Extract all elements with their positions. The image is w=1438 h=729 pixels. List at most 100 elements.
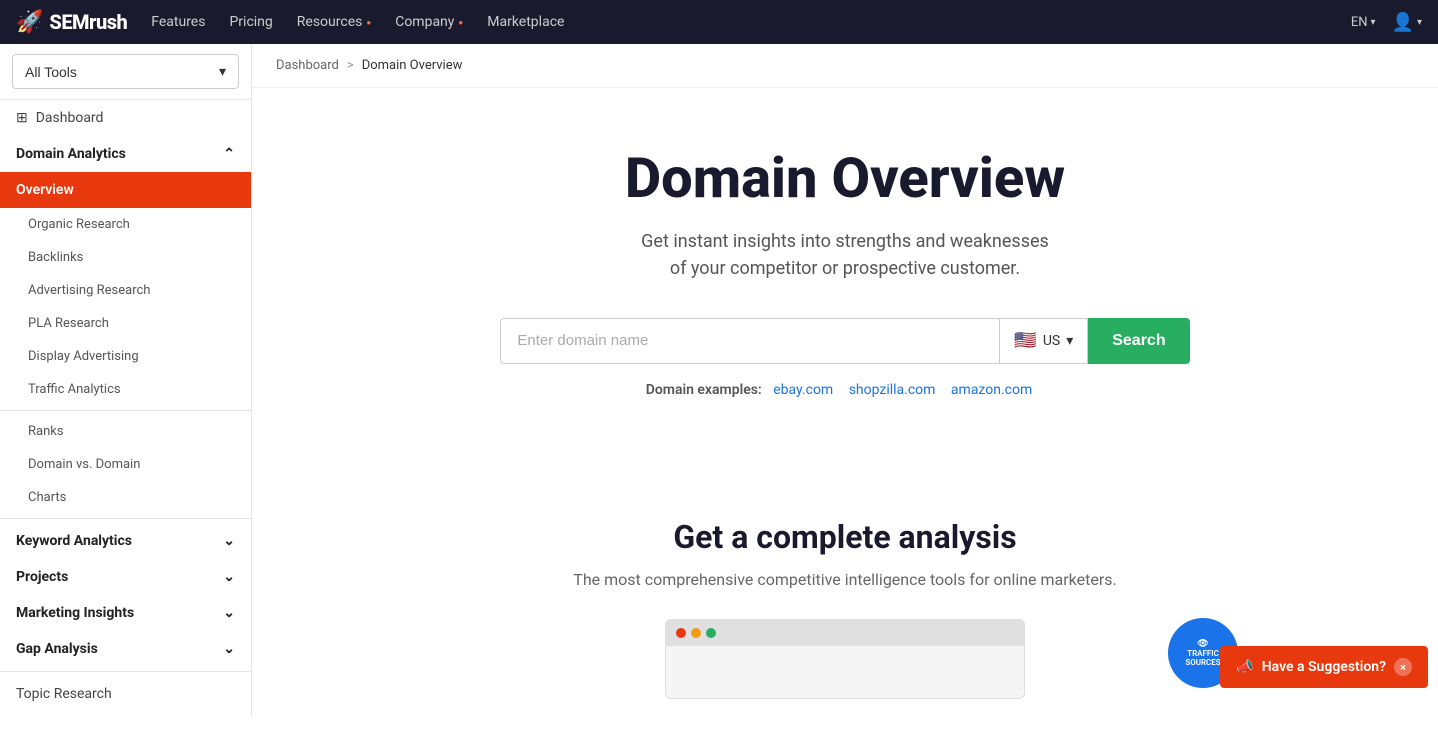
megaphone-icon: 📣 [1236, 659, 1253, 675]
search-button[interactable]: Search [1088, 318, 1189, 364]
nav-resources[interactable]: Resources● [297, 14, 371, 30]
suggestion-close-button[interactable]: × [1394, 658, 1412, 676]
analysis-section: Get a complete analysis The most compreh… [252, 498, 1438, 729]
sidebar-item-traffic-analytics[interactable]: Traffic Analytics [0, 373, 251, 406]
breadcrumb-separator: > [347, 58, 354, 73]
domain-examples-label: Domain examples: [646, 382, 762, 398]
domain-analytics-label: Domain Analytics [16, 146, 126, 162]
traffic-analytics-label: Traffic Analytics [28, 382, 121, 397]
tools-dropdown-label: All Tools [25, 64, 77, 80]
domain-search-input[interactable] [501, 320, 999, 361]
sidebar-item-advertising-research[interactable]: Advertising Research [0, 274, 251, 307]
logo-text: SEMrush [49, 10, 127, 34]
breadcrumb-home[interactable]: Dashboard [276, 58, 339, 73]
language-selector[interactable]: EN ▾ [1351, 15, 1376, 30]
country-label: US [1043, 333, 1060, 349]
sidebar-item-domain-vs-domain[interactable]: Domain vs. Domain [0, 448, 251, 481]
sidebar-divider-2 [0, 518, 251, 519]
nav-marketplace[interactable]: Marketplace [487, 14, 564, 30]
search-input-wrapper [500, 318, 1000, 364]
domain-analytics-chevron-icon: ⌃ [223, 146, 235, 162]
dashboard-icon: ⊞ [16, 110, 28, 126]
organic-research-label: Organic Research [28, 217, 130, 232]
logo[interactable]: 🚀 SEMrush [16, 10, 127, 35]
nav-company[interactable]: Company● [395, 14, 463, 30]
gap-analysis-chevron-icon: ⌄ [223, 641, 235, 657]
company-dot: ● [458, 18, 463, 27]
backlinks-label: Backlinks [28, 250, 83, 265]
page-title: Domain Overview [292, 148, 1398, 210]
nav-features[interactable]: Features [151, 14, 205, 30]
sidebar-section-domain-analytics[interactable]: Domain Analytics ⌃ [0, 136, 251, 172]
gap-analysis-label: Gap Analysis [16, 641, 98, 657]
sidebar-section-gap-analysis[interactable]: Gap Analysis ⌄ [0, 631, 251, 667]
marketing-insights-label: Marketing Insights [16, 605, 134, 621]
sidebar-item-pla-research[interactable]: PLA Research [0, 307, 251, 340]
language-chevron-icon: ▾ [1371, 17, 1376, 28]
main-content: Dashboard > Domain Overview Domain Overv… [252, 44, 1438, 729]
dot-yellow [691, 628, 701, 638]
keyword-analytics-chevron-icon: ⌄ [223, 533, 235, 549]
pla-research-label: PLA Research [28, 316, 109, 331]
sidebar-item-display-advertising[interactable]: Display Advertising [0, 340, 251, 373]
hero-section: Domain Overview Get instant insights int… [252, 88, 1438, 498]
top-navigation: 🚀 SEMrush Features Pricing Resources● Co… [0, 0, 1438, 44]
sidebar-item-ranks[interactable]: Ranks [0, 415, 251, 448]
user-chevron-icon: ▾ [1417, 17, 1422, 28]
country-chevron-icon: ▾ [1066, 333, 1073, 349]
user-menu[interactable]: 👤 ▾ [1392, 12, 1422, 33]
charts-label: Charts [28, 490, 66, 505]
sidebar-item-seo-content-template[interactable]: SEO Content Template [0, 712, 251, 718]
topic-research-label: Topic Research [16, 686, 112, 702]
traffic-badge-label: TRAFFIC SOURCES [1185, 649, 1220, 667]
nav-pricing[interactable]: Pricing [229, 14, 272, 30]
sidebar-item-backlinks[interactable]: Backlinks [0, 241, 251, 274]
nav-right: EN ▾ 👤 ▾ [1351, 12, 1422, 33]
projects-label: Projects [16, 569, 68, 585]
sidebar: All Tools ▾ ⊞ Dashboard Domain Analytics… [0, 44, 252, 718]
domain-examples: Domain examples: ebay.com shopzilla.com … [292, 382, 1398, 398]
sidebar-section-marketing-insights[interactable]: Marketing Insights ⌄ [0, 595, 251, 631]
sidebar-item-topic-research[interactable]: Topic Research [0, 676, 251, 712]
nav-links: Features Pricing Resources● Company● Mar… [151, 14, 1351, 30]
analysis-subtitle: The most comprehensive competitive intel… [292, 570, 1398, 589]
screenshot-dots [666, 620, 1024, 646]
resources-dot: ● [366, 18, 371, 27]
all-tools-dropdown[interactable]: All Tools ▾ [12, 54, 239, 89]
marketing-insights-chevron-icon: ⌄ [223, 605, 235, 621]
tools-selector: All Tools ▾ [0, 44, 251, 100]
suggestion-bar[interactable]: 📣 Have a Suggestion? × [1220, 646, 1428, 688]
country-selector[interactable]: 🇺🇸 US ▾ [1000, 318, 1088, 364]
search-bar: 🇺🇸 US ▾ Search [292, 318, 1398, 364]
advertising-research-label: Advertising Research [28, 283, 150, 298]
sidebar-dashboard-label: Dashboard [36, 110, 104, 126]
sidebar-divider-1 [0, 410, 251, 411]
dot-green [706, 628, 716, 638]
domain-vs-domain-label: Domain vs. Domain [28, 457, 140, 472]
sidebar-item-organic-research[interactable]: Organic Research [0, 208, 251, 241]
domain-example-amazon[interactable]: amazon.com [951, 382, 1032, 398]
ranks-label: Ranks [28, 424, 64, 439]
screenshot-frame [665, 619, 1025, 699]
sidebar-section-keyword-analytics[interactable]: Keyword Analytics ⌄ [0, 523, 251, 559]
domain-example-shopzilla[interactable]: shopzilla.com [849, 382, 936, 398]
hero-subtitle: Get instant insights into strengths and … [292, 228, 1398, 282]
overview-label: Overview [16, 182, 74, 198]
keyword-analytics-label: Keyword Analytics [16, 533, 132, 549]
tools-dropdown-chevron-icon: ▾ [219, 63, 226, 80]
user-avatar-icon: 👤 [1392, 12, 1414, 33]
sidebar-item-charts[interactable]: Charts [0, 481, 251, 514]
us-flag-icon: 🇺🇸 [1014, 330, 1036, 351]
domain-example-ebay[interactable]: ebay.com [773, 382, 833, 398]
breadcrumb-current: Domain Overview [362, 58, 463, 73]
sidebar-section-projects[interactable]: Projects ⌄ [0, 559, 251, 595]
logo-icon: 🚀 [16, 10, 43, 35]
dot-red [676, 628, 686, 638]
projects-chevron-icon: ⌄ [223, 569, 235, 585]
analysis-title: Get a complete analysis [292, 518, 1398, 556]
suggestion-label: Have a Suggestion? [1262, 659, 1386, 675]
sidebar-item-overview[interactable]: Overview [0, 172, 251, 208]
eye-icon: 👁 [1197, 639, 1208, 649]
breadcrumb: Dashboard > Domain Overview [252, 44, 1438, 88]
sidebar-item-dashboard[interactable]: ⊞ Dashboard [0, 100, 251, 136]
